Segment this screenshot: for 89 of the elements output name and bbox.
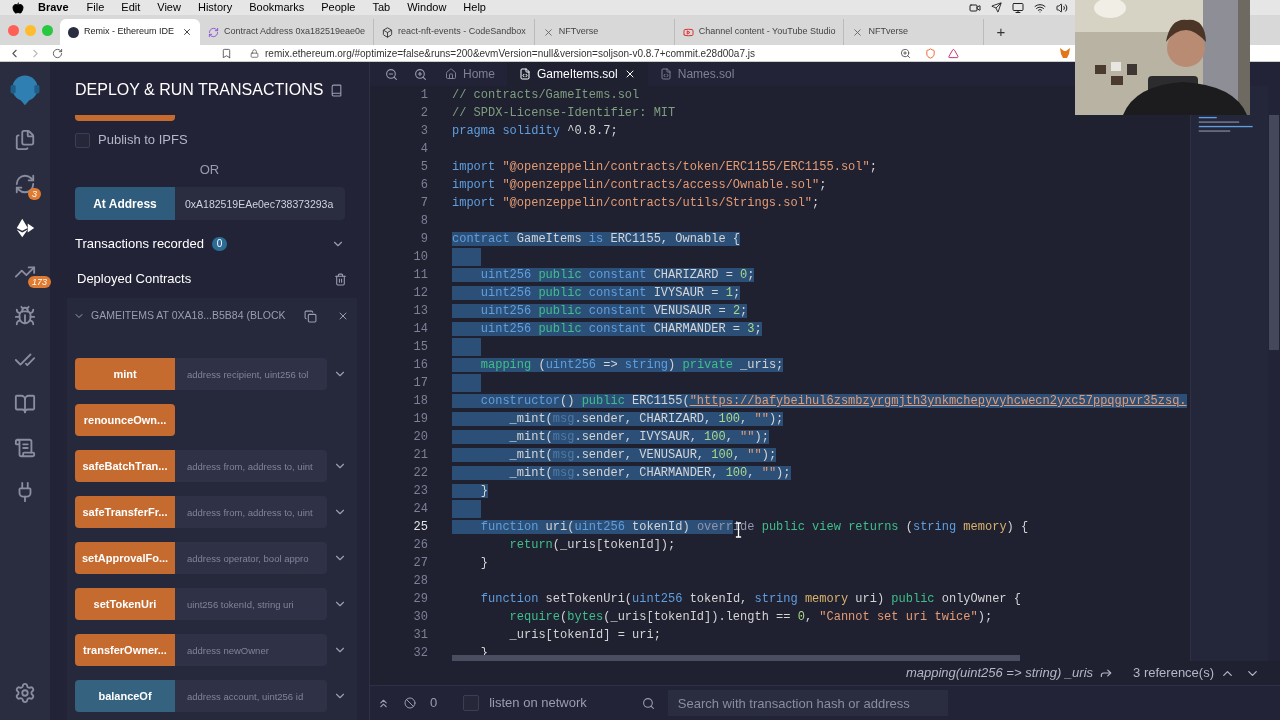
line-number: 6	[419, 177, 428, 194]
section-label[interactable]: Transactions recorded	[75, 234, 204, 254]
code-line: import "@openzeppelin/contracts/access/Ownable.sol";	[452, 177, 827, 194]
menu-item[interactable]: Bookmarks	[249, 0, 305, 16]
address-field[interactable]: 0xA182519EAe0ec738373293a	[175, 187, 345, 220]
count-badge: 0	[211, 237, 228, 251]
editor-tab[interactable]: Names.sol	[647, 62, 747, 86]
line-number: 7	[419, 195, 428, 212]
search-field[interactable]: Search with transaction hash or address	[667, 690, 948, 716]
code-line: // contracts/GameItems.sol	[452, 87, 640, 104]
function-button[interactable]: mint	[75, 358, 175, 390]
function-button[interactable]: transferOwner...	[75, 634, 175, 666]
function-button[interactable]: safeTransferFr...	[75, 496, 175, 528]
code-line: require(bytes(_uris[tokenId]).length == 0, "Cannot set uri twice");	[508, 609, 993, 626]
line-number: 15	[412, 339, 428, 356]
checkbox-label: Publish to IPFS	[98, 131, 188, 150]
code-line: // SPDX-License-Identifier: MIT	[452, 105, 676, 122]
argument-field[interactable]: address operator, bool appro	[175, 542, 327, 574]
checkbox-label: listen on network	[489, 694, 587, 713]
editor-tab[interactable]: Home	[433, 62, 507, 86]
line-number: 1	[419, 87, 428, 104]
line-number: 2	[419, 105, 428, 122]
line-number: 17	[412, 375, 428, 392]
code-line: return(_uris[tokenId]);	[508, 537, 676, 554]
menu-item[interactable]: History	[197, 0, 233, 16]
line-number: 20	[412, 429, 428, 446]
line-number: 5	[419, 159, 428, 176]
menu-item[interactable]: Edit	[121, 0, 141, 16]
symbol-signature: mapping(uint256 => string) _uris	[905, 664, 1094, 683]
function-button[interactable]: renounceOwn...	[75, 404, 175, 436]
line-number: 11	[412, 267, 428, 284]
line-number: 25	[412, 519, 428, 536]
notification-count: 3	[28, 188, 41, 200]
line-number: 26	[412, 537, 428, 554]
argument-field[interactable]: address from, address to, uint	[175, 450, 327, 482]
line-number: 24	[412, 501, 428, 518]
line-number: 13	[412, 303, 428, 320]
line-number: 31	[412, 627, 428, 644]
line-number: 21	[412, 447, 428, 464]
pending-count: 0	[430, 694, 438, 713]
code-line: _uris[tokenId] = uri;	[508, 627, 661, 644]
menu-item[interactable]: File	[86, 0, 105, 16]
argument-field[interactable]: address account, uint256 id	[175, 680, 327, 712]
menu-item[interactable]: View	[157, 0, 181, 16]
line-number: 10	[412, 249, 428, 266]
line-number: 30	[412, 609, 428, 626]
argument-field[interactable]: address recipient, uint256 tol	[175, 358, 327, 390]
menu-item[interactable]: Window	[407, 0, 447, 16]
code-line: import "@openzeppelin/contracts/token/ERC1155/ERC1155.sol";	[452, 159, 877, 176]
line-number: 16	[412, 357, 428, 374]
line-number: 9	[419, 231, 428, 248]
menu-item[interactable]: Help	[463, 0, 486, 16]
argument-field[interactable]: uint256 tokenId, string uri	[175, 588, 327, 620]
line-number: 12	[412, 285, 428, 302]
line-number: 23	[412, 483, 428, 500]
function-button[interactable]: setApprovalFo...	[75, 542, 175, 574]
line-number: 3	[419, 123, 428, 140]
code-line: import "@openzeppelin/contracts/utils/Strings.sol";	[452, 195, 820, 212]
section-label: Deployed Contracts	[77, 270, 192, 289]
code-line: function setTokenUri(uint256 tokenId, string memory uri) public onlyOwner {	[479, 591, 1021, 608]
code-line: }	[479, 555, 488, 572]
line-number: 8	[419, 213, 428, 230]
line-number: 32	[412, 645, 428, 661]
argument-field[interactable]: address from, address to, uint	[175, 496, 327, 528]
function-button[interactable]: balanceOf	[75, 680, 175, 712]
code-line: pragma solidity ^0.8.7;	[452, 123, 618, 140]
line-number: 14	[412, 321, 428, 338]
browser-tab[interactable]: Remix - Ethereum IDE	[60, 19, 200, 45]
references-count: 3 reference(s)	[1133, 664, 1214, 683]
line-number: 27	[412, 555, 428, 572]
function-button[interactable]: setTokenUri	[75, 588, 175, 620]
editor-tab[interactable]: GameItems.sol	[507, 62, 648, 86]
argument-field[interactable]: address newOwner	[175, 634, 327, 666]
menu-item[interactable]: People	[321, 0, 356, 16]
line-number: 4	[419, 141, 428, 158]
line-number: 18	[412, 393, 428, 410]
line-number: 29	[412, 591, 428, 608]
new-tab-button[interactable]: +	[984, 19, 1018, 45]
contract-title[interactable]: GAMEITEMS AT 0XA18...B5B84 (BLOCK	[91, 308, 286, 324]
line-number: 22	[412, 465, 428, 482]
line-number: 28	[412, 573, 428, 590]
line-number: 19	[412, 411, 428, 428]
menu-item[interactable]: Tab	[372, 0, 391, 16]
panel-title: DEPLOY & RUN TRANSACTIONS	[75, 80, 324, 100]
app-menu[interactable]: Brave	[38, 0, 69, 16]
function-button[interactable]: safeBatchTran...	[75, 450, 175, 482]
at-address-button[interactable]: At Address	[75, 187, 175, 220]
or-label: OR	[199, 161, 220, 180]
notification-count: 173	[28, 276, 52, 288]
